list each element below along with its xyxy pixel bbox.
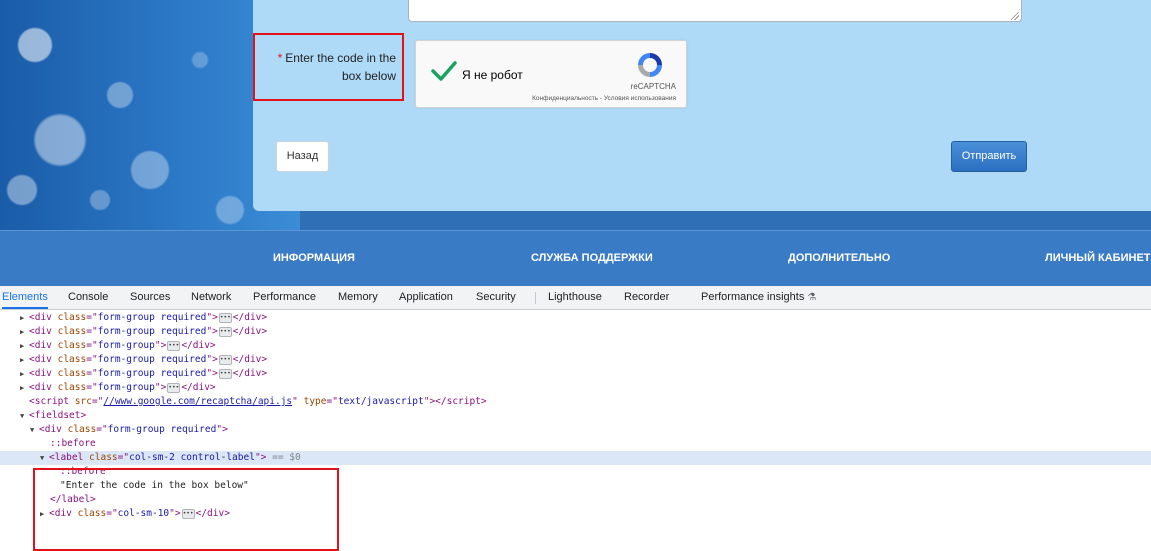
dom-node-label-selected[interactable]: ▼ <label class="col-sm-2 control-label"> … bbox=[0, 451, 1151, 465]
expand-arrow-icon[interactable]: ▶ bbox=[20, 367, 29, 381]
dom-node[interactable]: ▶ <div class="form-group"> ••• </div> bbox=[0, 339, 1151, 353]
captcha-label-highlight: * Enter the code in the box below bbox=[253, 33, 404, 101]
ellipsis-icon[interactable]: ••• bbox=[218, 354, 232, 365]
footer-heading-support[interactable]: СЛУЖБА ПОДДЕРЖКИ bbox=[531, 252, 653, 264]
expand-arrow-icon[interactable]: ▶ bbox=[20, 381, 29, 395]
tab-lighthouse[interactable]: Lighthouse bbox=[548, 286, 602, 309]
dom-node-script[interactable]: <script src="//www.google.com/recaptcha/… bbox=[0, 395, 1151, 409]
dom-tree: ▶ <div class="form-group required"> ••• </d… bbox=[0, 310, 1151, 551]
ellipsis-icon[interactable]: ••• bbox=[218, 368, 232, 379]
expand-arrow-icon[interactable]: ▶ bbox=[20, 339, 29, 353]
dom-highlight-box bbox=[33, 468, 339, 551]
site-footer: ИНФОРМАЦИЯ СЛУЖБА ПОДДЕРЖКИ ДОПОЛНИТЕЛЬН… bbox=[0, 230, 1151, 286]
dom-node-fieldset[interactable]: ▼ <fieldset> bbox=[0, 409, 1151, 423]
script-src-link[interactable]: //www.google.com/recaptcha/api.js bbox=[103, 396, 292, 407]
collapse-arrow-icon[interactable]: ▼ bbox=[30, 423, 39, 437]
tab-security[interactable]: Security bbox=[476, 286, 516, 309]
collapse-arrow-icon[interactable]: ▼ bbox=[40, 451, 49, 465]
recaptcha-privacy-links[interactable]: Конфиденциальность - Условия использован… bbox=[532, 95, 676, 102]
back-button[interactable]: Назад bbox=[276, 141, 329, 172]
recaptcha-brand: reCAPTCHA bbox=[630, 82, 676, 91]
checkmark-icon[interactable] bbox=[430, 57, 458, 85]
devtools-tab-bar: Elements Console Sources Network Perform… bbox=[0, 286, 1151, 310]
tab-recorder[interactable]: Recorder bbox=[624, 286, 669, 309]
dom-node[interactable]: ▶ <div class="form-group"> ••• </div> bbox=[0, 381, 1151, 395]
tab-elements[interactable]: Elements bbox=[2, 286, 48, 309]
tab-performance[interactable]: Performance bbox=[253, 286, 316, 309]
selected-marker: == $0 bbox=[272, 452, 301, 463]
captcha-label-text: Enter the code in the box below bbox=[285, 51, 396, 83]
resize-grip-icon[interactable] bbox=[1011, 12, 1019, 20]
dom-node[interactable]: ▼ <div class="form-group required"> bbox=[0, 423, 1151, 437]
dom-node[interactable]: ▶ <div class="form-group required"> ••• </d… bbox=[0, 367, 1151, 381]
collapse-arrow-icon[interactable]: ▼ bbox=[20, 409, 29, 423]
captcha-label: * Enter the code in the box below bbox=[276, 49, 396, 85]
dom-node[interactable]: ▶ <div class="form-group required"> ••• </d… bbox=[0, 325, 1151, 339]
footer-heading-extra[interactable]: ДОПОЛНИТЕЛЬНО bbox=[788, 252, 890, 264]
tab-network[interactable]: Network bbox=[191, 286, 231, 309]
tab-separator bbox=[535, 292, 536, 304]
ellipsis-icon[interactable]: ••• bbox=[218, 312, 232, 323]
flask-icon: ⚗ bbox=[807, 292, 817, 303]
tab-application[interactable]: Application bbox=[399, 286, 453, 309]
expand-arrow-icon[interactable]: ▶ bbox=[20, 325, 29, 339]
message-textarea[interactable] bbox=[408, 0, 1022, 22]
devtools-panel: Elements Console Sources Network Perform… bbox=[0, 286, 1151, 551]
recaptcha-widget[interactable]: Я не робот reCAPTCHA Конфиденциальность … bbox=[415, 40, 687, 108]
expand-arrow-icon[interactable]: ▶ bbox=[20, 311, 29, 325]
tab-memory[interactable]: Memory bbox=[338, 286, 378, 309]
expand-arrow-icon[interactable]: ▶ bbox=[20, 353, 29, 367]
dom-node[interactable]: ▶ <div class="form-group required"> ••• </d… bbox=[0, 311, 1151, 325]
tab-performance-insights-label: Performance insights bbox=[701, 291, 805, 303]
submit-button[interactable]: Отправить bbox=[951, 141, 1027, 172]
ellipsis-icon[interactable]: ••• bbox=[167, 340, 181, 351]
form-panel bbox=[253, 0, 1151, 211]
required-asterisk: * bbox=[277, 51, 283, 65]
footer-heading-account[interactable]: ЛИЧНЫЙ КАБИНЕТ bbox=[1045, 252, 1151, 264]
tab-performance-insights[interactable]: Performance insights ⚗ bbox=[701, 286, 816, 309]
recaptcha-checkbox-label: Я не робот bbox=[462, 68, 523, 82]
recaptcha-logo-icon bbox=[638, 53, 662, 77]
web-page: * Enter the code in the box below Я не ро… bbox=[0, 0, 1151, 286]
dom-node[interactable]: ▶ <div class="form-group required"> ••• </d… bbox=[0, 353, 1151, 367]
tab-console[interactable]: Console bbox=[68, 286, 108, 309]
dom-pseudo-before[interactable]: ::before bbox=[0, 437, 1151, 451]
ellipsis-icon[interactable]: ••• bbox=[218, 326, 232, 337]
ellipsis-icon[interactable]: ••• bbox=[167, 382, 181, 393]
footer-heading-info[interactable]: ИНФОРМАЦИЯ bbox=[273, 252, 355, 264]
tab-sources[interactable]: Sources bbox=[130, 286, 170, 309]
